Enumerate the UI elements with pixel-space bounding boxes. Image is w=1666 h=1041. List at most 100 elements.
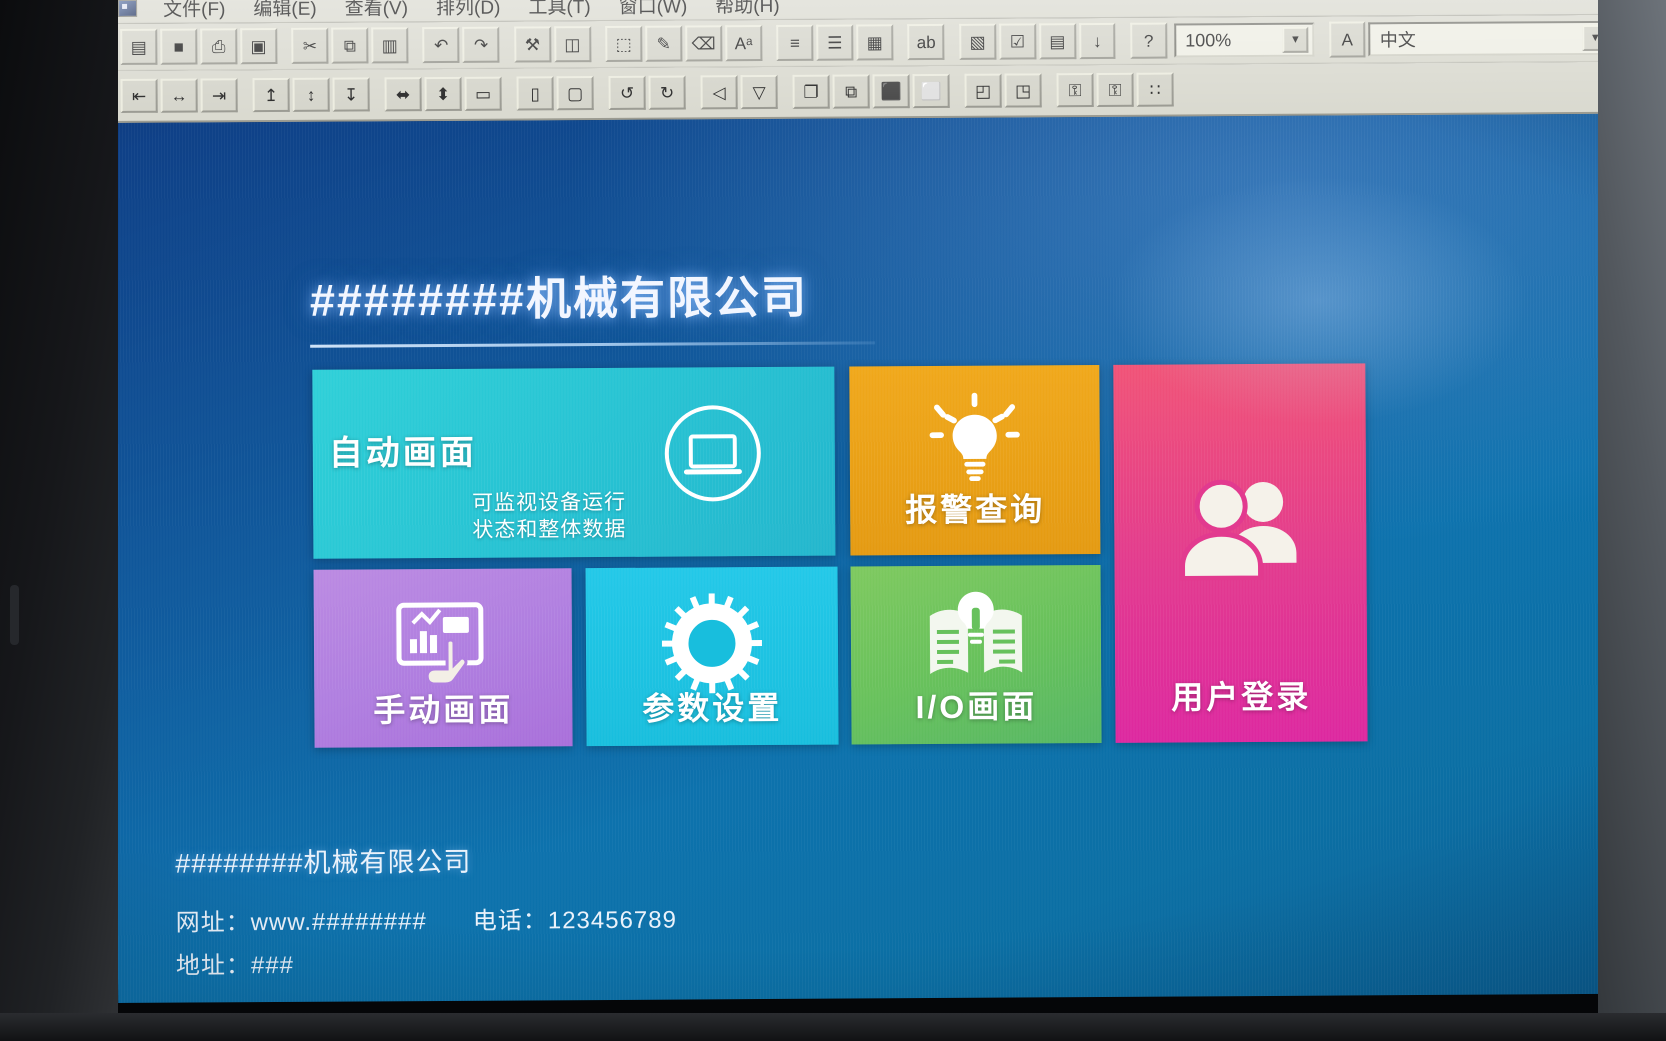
save-button[interactable]: ■ (160, 28, 198, 65)
cut-button[interactable]: ✂ (291, 27, 329, 64)
font-size-icon: Aᵃ (734, 33, 753, 53)
same-size-icon: ▢ (567, 83, 584, 103)
screen-delete-button[interactable]: ⌫ (685, 25, 723, 62)
zoom-level-select[interactable]: 100% ▼ (1174, 22, 1315, 58)
window-button[interactable]: ▧ (958, 23, 997, 60)
lock-button[interactable]: ⚿ (1056, 73, 1094, 108)
align-right-object-button[interactable]: ⇥ (200, 78, 238, 113)
align-top-object-button[interactable]: ↥ (252, 77, 290, 113)
menu-item-file[interactable]: 文件(F) (149, 0, 239, 24)
rotate-left-icon: ↺ (619, 83, 635, 103)
paste-button[interactable]: ▥ (371, 27, 409, 64)
translate-button[interactable]: ab (907, 23, 945, 61)
menu-item-tools[interactable]: 工具(T) (514, 0, 604, 22)
align-justify-button[interactable]: ≡ (776, 24, 814, 61)
footer-contact-row: 网址：www.######## 电话：123456789 (176, 900, 677, 938)
print-button[interactable]: ⎙ (200, 28, 238, 65)
dots-icon: ∷ (1149, 80, 1161, 100)
flip-horizontal-button[interactable]: ◁ (700, 75, 738, 110)
language-select[interactable]: 中文 ▼ (1368, 20, 1615, 57)
send-backward-button[interactable]: ◳ (1004, 73, 1042, 108)
library-button[interactable]: ◫ (553, 26, 591, 63)
copy-button[interactable]: ⧉ (331, 27, 369, 64)
menu-item-edit[interactable]: 编辑(E) (239, 0, 331, 23)
help-icon: ? (1143, 31, 1154, 51)
screen-area: 文件(F) 编辑(E) 查看(V) 排列(D) 工具(T) 窗口(W) 帮助(H… (112, 0, 1624, 1004)
tile-user-login[interactable]: 用户登录 (1113, 363, 1368, 743)
ungroup-button[interactable]: ⧉ (832, 74, 870, 109)
unlock-button[interactable]: ⚿ (1096, 72, 1134, 107)
same-size-button[interactable]: ▢ (556, 76, 594, 111)
distribute-horizontal-button[interactable]: ⬌ (384, 77, 422, 112)
screen-edit-button[interactable]: ✎ (645, 25, 683, 62)
rotate-left-button[interactable]: ↺ (608, 75, 646, 110)
paste-icon: ▥ (381, 35, 398, 55)
flip-vertical-button[interactable]: ▽ (740, 74, 778, 110)
tile-alarm-query[interactable]: 报警查询 (849, 364, 1101, 556)
tile-io-screen[interactable]: I/O画面 (850, 564, 1102, 745)
menu-item-help[interactable]: 帮助(H) (701, 0, 794, 20)
align-left-object-icon: ⇤ (131, 86, 147, 106)
tile-auto-screen[interactable]: 自动画面 可监视设备运行 状态和整体数据 (312, 366, 836, 559)
flip-vertical-icon: ▽ (752, 82, 766, 102)
send-back-button[interactable]: ⬜ (912, 73, 950, 109)
footer-website-label: 网址： (175, 909, 251, 937)
unlock-icon: ⚿ (1108, 80, 1122, 100)
bring-front-button[interactable]: ⬛ (872, 74, 910, 109)
tile-grid: 自动画面 可监视设备运行 状态和整体数据 报警查询 用户登录 手动画面 参数设置… (312, 363, 1374, 759)
bring-forward-button[interactable]: ◰ (964, 73, 1002, 108)
undo-button[interactable]: ↶ (422, 26, 460, 64)
align-right-object-icon: ⇥ (211, 85, 227, 105)
hmi-title-block: ########机械有限公司 (310, 259, 1070, 348)
help-button[interactable]: ? (1130, 22, 1168, 59)
app-system-icon[interactable] (118, 0, 138, 17)
font-size-button[interactable]: Aᵃ (724, 25, 763, 62)
align-left-button[interactable]: ☰ (816, 24, 854, 61)
download-button[interactable]: ↓ (1078, 22, 1116, 60)
distribute-vertical-button[interactable]: ⬍ (424, 76, 462, 112)
distribute-vertical-icon: ⬍ (435, 84, 451, 104)
grid-button[interactable]: ▦ (856, 24, 894, 61)
print-preview-button[interactable]: ▣ (239, 27, 278, 65)
ungroup-icon: ⧉ (844, 81, 858, 102)
check-button[interactable]: ☑ (998, 23, 1037, 60)
dots-button[interactable]: ∷ (1136, 72, 1174, 107)
bring-front-icon: ⬛ (880, 81, 902, 101)
print-icon: ⎙ (211, 36, 226, 56)
language-value: 中文 (1379, 30, 1416, 51)
align-center-object-button[interactable]: ↔ (160, 78, 198, 113)
group-button[interactable]: ❐ (792, 74, 830, 109)
footer-website: 网址：www.######## (176, 901, 427, 938)
menu-item-view[interactable]: 查看(V) (331, 0, 423, 23)
download-icon: ↓ (1093, 31, 1102, 51)
grid-icon: ▦ (866, 32, 883, 52)
tools-button[interactable]: ⚒ (513, 26, 552, 63)
new-project-button[interactable]: ▤ (120, 28, 158, 65)
same-width-button[interactable]: ▭ (464, 76, 502, 111)
footer-address: 地址：### (176, 943, 677, 981)
rotate-right-button[interactable]: ↻ (648, 75, 686, 110)
monitor-bezel-bottom (0, 1013, 1666, 1041)
footer-phone-value: 123456789 (547, 906, 678, 935)
language-switch-button[interactable]: A (1328, 21, 1366, 58)
document-button[interactable]: ▤ (1038, 23, 1076, 60)
monitor-bezel-right (1598, 0, 1666, 1041)
align-middle-object-button[interactable]: ↕ (292, 77, 330, 112)
tile-parameter-settings-label: 参数设置 (642, 689, 783, 727)
screen-add-button[interactable]: ⬚ (605, 25, 643, 62)
tile-parameter-settings[interactable]: 参数设置 (585, 566, 839, 747)
translate-icon: ab (916, 32, 936, 52)
tile-manual-screen[interactable]: 手动画面 (313, 568, 573, 748)
chevron-down-icon[interactable]: ▼ (1282, 26, 1309, 53)
align-bottom-object-icon: ↧ (343, 84, 359, 105)
same-height-button[interactable]: ▯ (516, 76, 554, 111)
send-back-icon: ⬜ (920, 81, 942, 101)
align-left-object-button[interactable]: ⇤ (120, 78, 158, 113)
flip-horizontal-icon: ◁ (712, 82, 726, 102)
menu-item-window[interactable]: 窗口(W) (605, 0, 702, 21)
monitor-bezel-left (0, 0, 118, 1041)
tile-manual-screen-label: 手动画面 (373, 691, 514, 729)
menu-item-arrange[interactable]: 排列(D) (422, 0, 515, 22)
redo-button[interactable]: ↷ (462, 26, 500, 63)
align-bottom-object-button[interactable]: ↧ (332, 77, 370, 112)
